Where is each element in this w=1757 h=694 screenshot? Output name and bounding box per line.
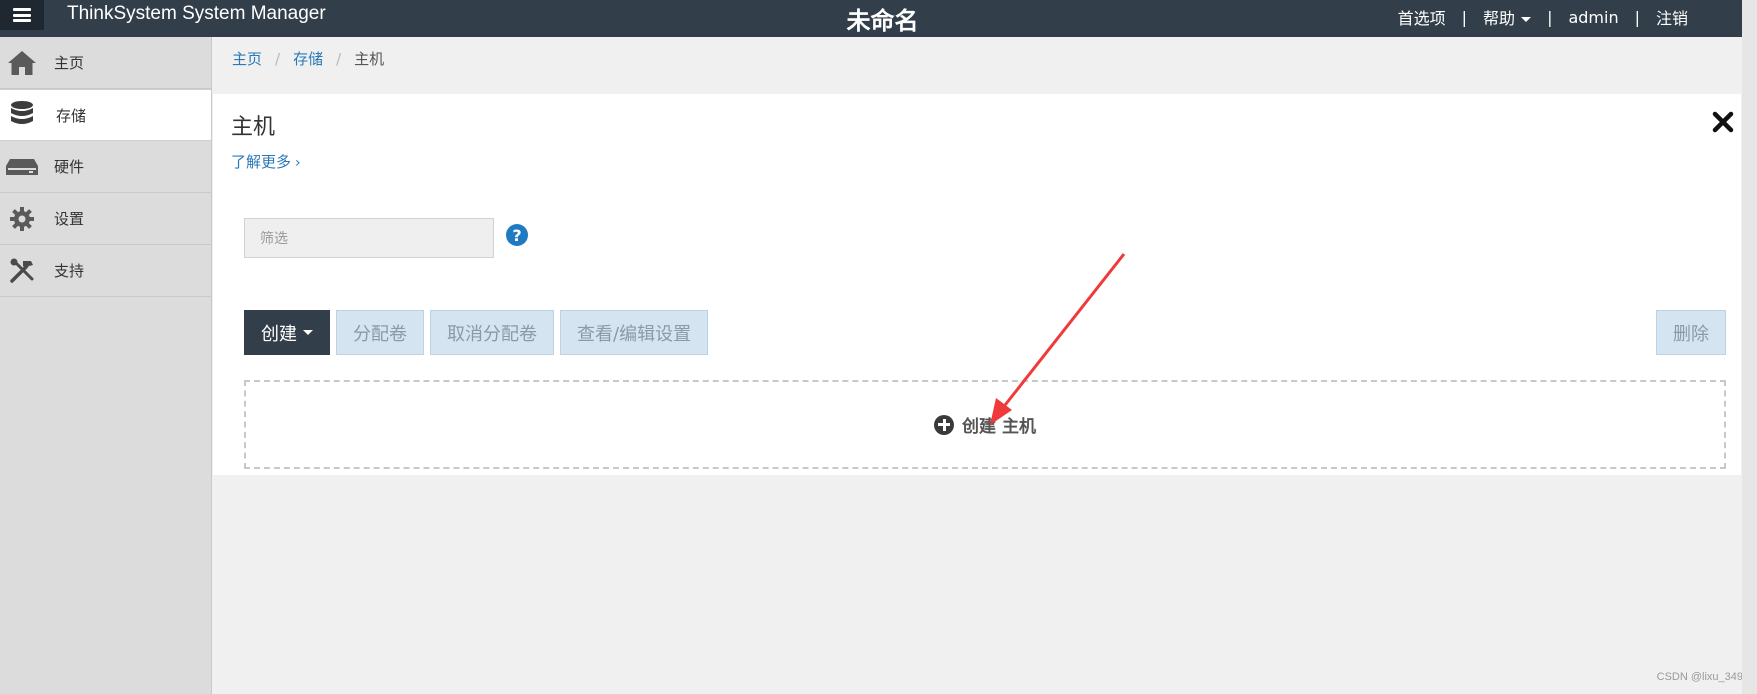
- breadcrumb-separator: /: [336, 49, 342, 68]
- scrollbar[interactable]: [1742, 0, 1757, 694]
- user-link[interactable]: admin: [1568, 8, 1618, 27]
- create-host-word-host: 主机: [1002, 417, 1036, 437]
- delete-button[interactable]: 删除: [1656, 310, 1726, 355]
- caret-down-icon: [303, 330, 313, 335]
- close-icon[interactable]: [1711, 110, 1735, 134]
- toolbar: 创建 分配卷 取消分配卷 查看/编辑设置: [244, 310, 714, 355]
- nav-separator: |: [1634, 7, 1640, 27]
- sidebar-item-label: 存储: [56, 106, 87, 125]
- top-bar: ThinkSystem System Manager 未命名 首选项 | 帮助 …: [0, 0, 1742, 37]
- preferences-link[interactable]: 首选项: [1398, 5, 1446, 29]
- sidebar: 主页 存储 硬件 设置 支持: [0, 37, 212, 694]
- server-icon: [5, 152, 39, 182]
- breadcrumb-home[interactable]: 主页: [232, 48, 262, 69]
- view-edit-settings-button[interactable]: 查看/编辑设置: [560, 310, 709, 355]
- filter-input[interactable]: [244, 218, 494, 258]
- home-icon: [5, 48, 39, 78]
- learn-more-link[interactable]: 了解更多 ›: [231, 151, 301, 172]
- hosts-panel: 主机 了解更多› ? 创建 分配卷 取消分配卷 查看/编辑设置 删除 创建 主机: [213, 94, 1741, 475]
- tools-icon: [5, 256, 39, 286]
- sidebar-item-label: 主页: [54, 54, 85, 72]
- page-title: 主机: [231, 115, 276, 140]
- sidebar-item-label: 硬件: [54, 158, 85, 176]
- sidebar-item-home[interactable]: 主页: [0, 37, 211, 89]
- sidebar-item-hardware[interactable]: 硬件: [0, 141, 211, 193]
- create-host-area[interactable]: 创建 主机: [244, 380, 1726, 469]
- breadcrumb-separator: /: [275, 49, 281, 68]
- sidebar-item-storage[interactable]: 存储: [0, 89, 211, 141]
- create-host-word-create: 创建: [962, 417, 996, 437]
- assign-volume-button[interactable]: 分配卷: [336, 310, 424, 355]
- database-icon: [5, 100, 39, 130]
- top-nav: 首选项 | 帮助 | admin | 注销: [1398, 5, 1742, 29]
- nav-separator: |: [1461, 7, 1468, 27]
- breadcrumb-storage[interactable]: 存储: [293, 48, 323, 69]
- create-button-label: 创建: [261, 323, 297, 345]
- breadcrumb-current: 主机: [354, 50, 385, 68]
- learn-more-label: 了解更多: [231, 153, 292, 171]
- sidebar-item-settings[interactable]: 设置: [0, 193, 211, 245]
- help-icon[interactable]: ?: [506, 224, 528, 246]
- sidebar-item-support[interactable]: 支持: [0, 245, 211, 297]
- breadcrumb: 主页 / 存储 / 主机: [232, 48, 384, 69]
- unassign-volume-button[interactable]: 取消分配卷: [430, 310, 554, 355]
- chevron-right-icon: ›: [295, 155, 301, 171]
- gear-icon: [5, 204, 39, 234]
- nav-separator: |: [1547, 7, 1553, 27]
- plus-circle-icon: [934, 414, 954, 435]
- sidebar-item-label: 支持: [54, 262, 85, 280]
- help-menu[interactable]: 帮助: [1483, 5, 1532, 29]
- watermark: CSDN @lixu_349: [1656, 671, 1743, 683]
- create-button[interactable]: 创建: [244, 310, 330, 355]
- logout-link[interactable]: 注销: [1656, 5, 1688, 29]
- caret-down-icon: [1521, 17, 1532, 22]
- sidebar-item-label: 设置: [54, 210, 85, 228]
- help-menu-label: 帮助: [1483, 9, 1516, 28]
